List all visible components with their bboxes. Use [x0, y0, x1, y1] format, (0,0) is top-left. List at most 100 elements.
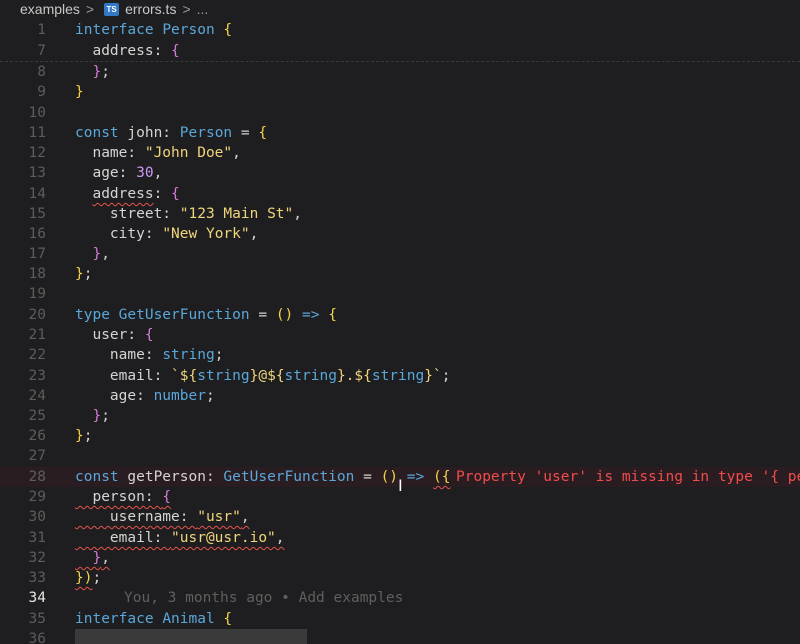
code-token: email: [75, 368, 172, 384]
line-number: 20 [28, 307, 46, 323]
code-line[interactable]: 18}; [0, 264, 800, 284]
code-line[interactable]: 10 [0, 103, 800, 123]
line-number: 19 [28, 286, 46, 302]
code-token: const [75, 125, 128, 141]
code-line[interactable]: 13 age: 30, [0, 163, 800, 183]
code-token: } [75, 550, 102, 566]
code-line[interactable]: 19 [0, 284, 800, 304]
code-token: { [223, 22, 233, 38]
code-token: type [75, 307, 119, 323]
code-lines[interactable]: 1 interface Person {7 address: {8 }; 9} 10 1… [0, 0, 800, 644]
code-line[interactable]: 25 }; [0, 406, 800, 426]
line-code: age: 30, [75, 163, 162, 183]
code-line[interactable]: 35 interface Animal { [0, 609, 800, 629]
code-token: 30 [136, 165, 154, 181]
code-line[interactable]: 26}; [0, 426, 800, 446]
line-number: 29 [28, 489, 46, 505]
code-token: () [275, 307, 303, 323]
line-number: 35 [28, 611, 46, 627]
code-token: `${ [171, 368, 198, 384]
code-token: , [275, 530, 285, 546]
line-code: } [75, 82, 84, 102]
code-line[interactable]: 20 type GetUserFunction = () => { [0, 305, 800, 325]
line-number: 36 [28, 631, 46, 644]
hover-highlight [75, 629, 307, 644]
line-number: 7 [37, 43, 46, 59]
code-line[interactable]: 16 city: "New York", [0, 224, 800, 244]
code-token: }.${ [336, 368, 372, 384]
code-token: john: [127, 125, 180, 141]
code-token: GetUserFunction [118, 307, 259, 323]
code-line[interactable]: 30 username: "usr", [0, 507, 800, 527]
code-token: = [258, 307, 276, 323]
line-code: interface Person { [75, 20, 232, 40]
code-line[interactable]: 1 interface Person { [0, 20, 800, 40]
code-token: } [75, 246, 102, 262]
code-line[interactable]: 27 [0, 446, 800, 466]
code-token: person: [75, 489, 163, 505]
code-line[interactable]: 23 email: `${string}@${string}.${string}… [0, 366, 800, 386]
code-token: , [101, 246, 110, 262]
git-blame-annotation: You, 3 months ago • Add examples [124, 590, 404, 606]
code-line[interactable]: 14 address: { [0, 184, 800, 204]
code-token: const [75, 469, 128, 485]
code-token: age: [75, 165, 137, 181]
code-token: user: [75, 327, 145, 343]
inline-error-message: Property 'user' is missing in type '{ pe… [456, 469, 800, 485]
code-token: ; [205, 388, 215, 404]
line-number: 21 [28, 327, 46, 343]
line-code: city: "New York", [75, 224, 258, 244]
code-token: string [162, 347, 215, 363]
code-line[interactable]: 24 age: number; [0, 386, 800, 406]
code-token: address: [75, 43, 172, 59]
code-token: , [101, 550, 110, 566]
code-line[interactable]: 17 }, [0, 244, 800, 264]
line-number: 25 [28, 408, 46, 424]
code-line[interactable]: 11 const john: Person = { [0, 123, 800, 143]
code-token: Animal [162, 611, 224, 627]
line-number: 33 [28, 570, 46, 586]
text-cursor-icon: I [398, 476, 403, 495]
line-code: user: { [75, 325, 153, 345]
code-token: , [153, 165, 163, 181]
code-token: , [232, 145, 241, 161]
code-token: => [302, 307, 329, 323]
code-line[interactable]: 32 }, [0, 548, 800, 568]
code-token: { [162, 489, 172, 505]
code-token: } [75, 408, 102, 424]
line-number: 22 [28, 347, 46, 363]
line-number: 31 [28, 530, 46, 546]
code-token: "usr" [197, 509, 241, 525]
code-token: , [240, 509, 250, 525]
line-number: 10 [28, 105, 46, 121]
line-code: }; [75, 62, 109, 82]
code-line[interactable]: 33}); [0, 568, 800, 588]
code-token: "John Doe" [144, 145, 233, 161]
code-line[interactable]: 34 You, 3 months ago • Add examples [0, 588, 800, 608]
code-line[interactable]: 12 name: "John Doe", [0, 143, 800, 163]
code-token: ; [83, 428, 93, 444]
code-token: getPerson: [127, 469, 224, 485]
code-token: email: [75, 530, 172, 546]
code-token: () [380, 469, 407, 485]
code-token: ; [101, 408, 110, 424]
code-token: ({ [432, 469, 451, 485]
code-token: street: [75, 206, 180, 222]
code-line[interactable]: 8 }; [0, 62, 800, 82]
code-line[interactable]: 22 name: string; [0, 345, 800, 365]
code-line[interactable]: 21 user: { [0, 325, 800, 345]
code-editor[interactable]: examples > TS errors.ts > ... 1 interface… [0, 0, 800, 644]
code-token: age: [75, 388, 154, 404]
code-line[interactable]: 9} [0, 82, 800, 102]
code-token: ; [83, 266, 93, 282]
code-line[interactable]: 15 street: "123 Main St", [0, 204, 800, 224]
line-code: email: `${string}@${string}.${string}`; [75, 366, 451, 386]
code-line[interactable]: 7 address: { [0, 41, 800, 61]
line-number: 34 [28, 590, 46, 606]
line-code: }, [75, 548, 110, 568]
code-line[interactable]: 31 email: "usr@usr.io", [0, 528, 800, 548]
line-code: type GetUserFunction = () => { [75, 305, 337, 325]
code-token: Person [162, 22, 224, 38]
line-number: 8 [37, 64, 46, 80]
